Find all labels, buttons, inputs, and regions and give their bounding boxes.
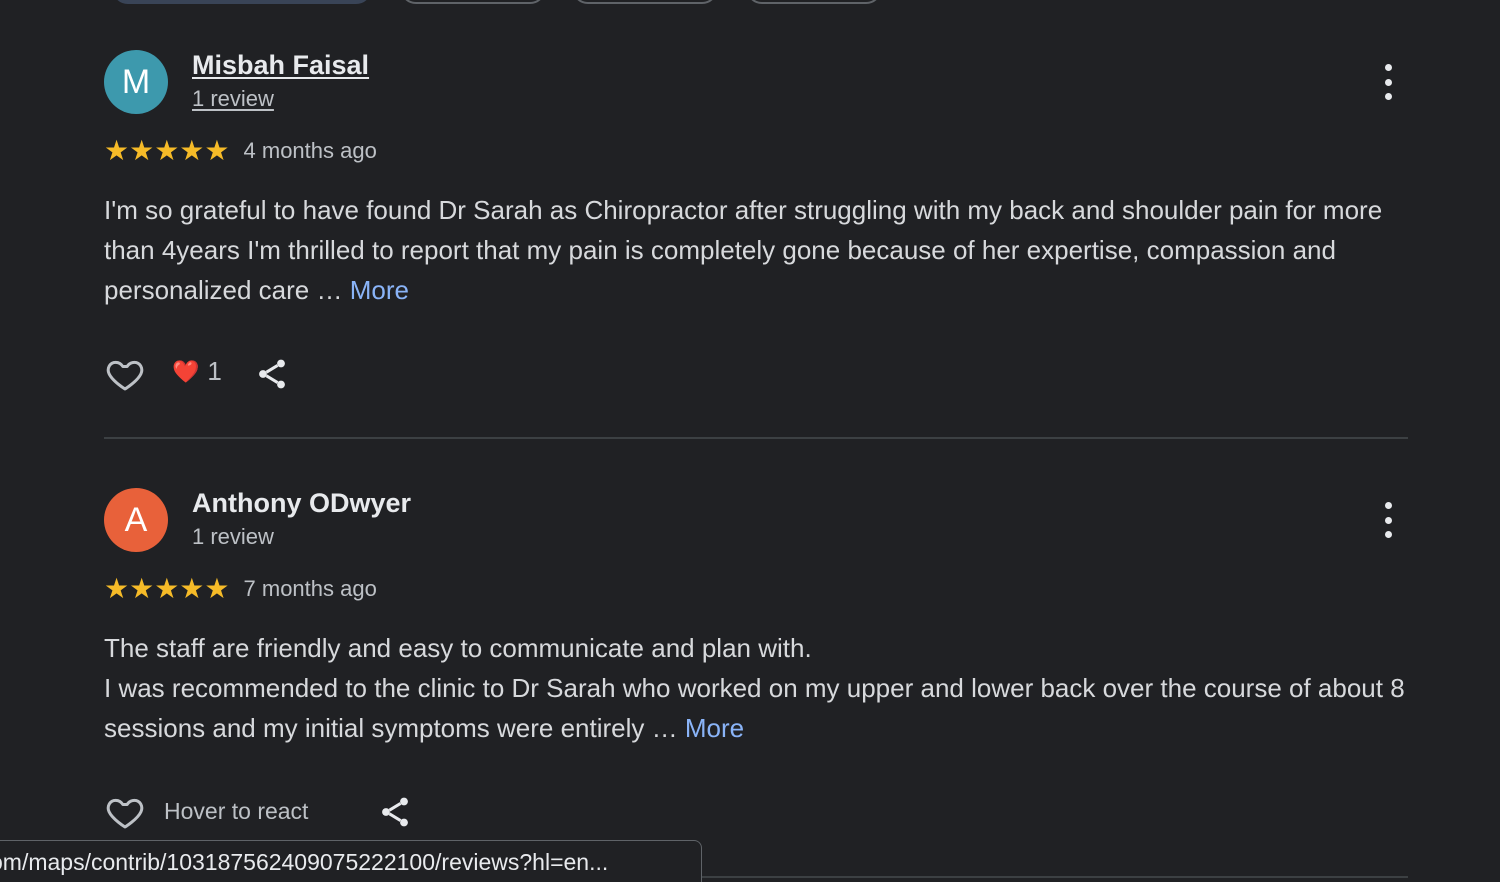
reviewer-name[interactable]: Anthony ODwyer xyxy=(192,488,411,519)
avatar-letter: A xyxy=(124,500,148,539)
avatar-letter: M xyxy=(121,62,151,101)
filter-chip[interactable] xyxy=(746,0,882,4)
star-rating: ★★★★★ xyxy=(104,573,230,604)
reaction-number: 1 xyxy=(207,356,222,386)
red-heart-emoji-icon: ❤️ xyxy=(172,358,200,384)
hover-to-react-label[interactable]: Hover to react xyxy=(164,798,308,825)
review-divider xyxy=(104,437,1408,439)
star-rating: ★★★★★ xyxy=(104,135,230,166)
review-date: 4 months ago xyxy=(243,138,377,163)
review-actions: Hover to react xyxy=(104,790,704,834)
rating-row: ★★★★★ 4 months ago xyxy=(104,136,377,166)
reviewer-review-count[interactable]: 1 review xyxy=(192,524,274,550)
review-text: I'm so grateful to have found Dr Sarah a… xyxy=(104,190,1408,310)
more-link[interactable]: More xyxy=(685,713,744,743)
reviewer-review-count[interactable]: 1 review xyxy=(192,86,274,112)
heart-outline-icon[interactable] xyxy=(104,792,146,832)
filter-chip-active[interactable] xyxy=(112,0,372,4)
filter-chip[interactable] xyxy=(400,0,546,4)
rating-row: ★★★★★ 7 months ago xyxy=(104,574,377,604)
share-icon[interactable] xyxy=(377,794,413,830)
heart-outline-icon[interactable] xyxy=(104,354,146,394)
more-vert-icon[interactable] xyxy=(1376,502,1400,538)
more-link[interactable]: More xyxy=(350,275,409,305)
review-text-line: The staff are friendly and easy to commu… xyxy=(104,633,812,663)
avatar[interactable]: A xyxy=(104,488,168,552)
filter-chip[interactable] xyxy=(572,0,718,4)
avatar[interactable]: M xyxy=(104,50,168,114)
reviewer-name[interactable]: Misbah Faisal xyxy=(192,50,369,81)
status-bar-url-text: om/maps/contrib/103187562409075222100/re… xyxy=(0,849,609,875)
more-vert-icon[interactable] xyxy=(1376,64,1400,100)
status-bar-url: om/maps/contrib/103187562409075222100/re… xyxy=(0,840,702,882)
share-icon[interactable] xyxy=(254,356,290,392)
review-text-line: I was recommended to the clinic to Dr Sa… xyxy=(104,673,1405,743)
review-text: The staff are friendly and easy to commu… xyxy=(104,628,1408,748)
review-date: 7 months ago xyxy=(243,576,377,601)
reaction-count[interactable]: ❤️ 1 xyxy=(172,356,222,387)
reviews-page: M Misbah Faisal 1 review ★★★★★ 4 months … xyxy=(0,0,1500,882)
review-actions: ❤️ 1 xyxy=(104,352,704,396)
review-text-line: I'm so grateful to have found Dr Sarah a… xyxy=(104,195,1383,305)
